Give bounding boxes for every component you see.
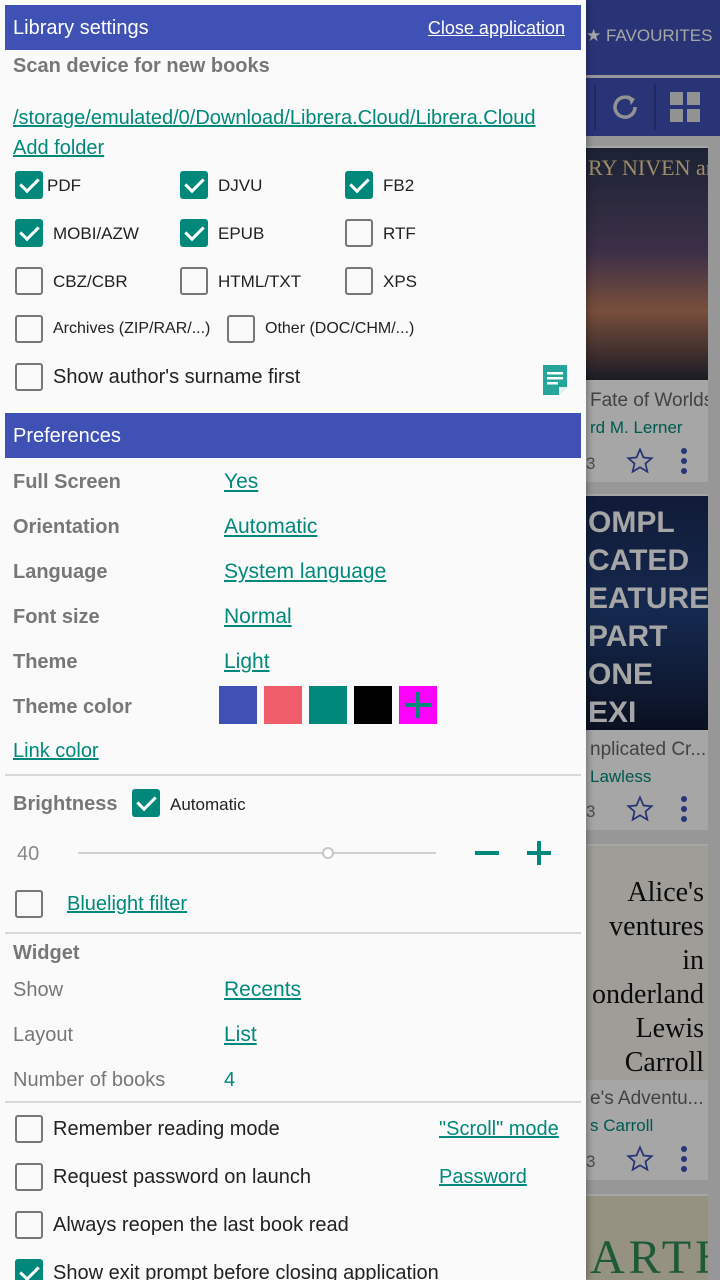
- decrease-brightness-button[interactable]: [475, 851, 499, 855]
- full-screen-value[interactable]: Yes: [224, 470, 258, 494]
- orientation-label: Orientation: [13, 516, 120, 538]
- djvu-checkbox[interactable]: [180, 171, 208, 199]
- scan-folder-path[interactable]: /storage/emulated/0/Download/Librera.Clo…: [13, 107, 536, 130]
- mobi-azw-label: MOBI/AZW: [53, 224, 139, 243]
- orientation-value[interactable]: Automatic: [224, 515, 317, 539]
- other-formats-checkbox[interactable]: [227, 315, 255, 343]
- brightness-auto-label: Automatic: [170, 795, 246, 814]
- library-settings-header: Library settings Close application: [5, 5, 581, 50]
- fb2-label: FB2: [383, 176, 415, 195]
- epub-checkbox[interactable]: [180, 219, 208, 247]
- brightness-value: 40: [17, 843, 40, 865]
- pdf-label: PDF: [47, 176, 81, 195]
- theme-color-blue[interactable]: [219, 686, 257, 724]
- bluelight-filter-checkbox[interactable]: [15, 890, 43, 918]
- request-password-label: Request password on launch: [53, 1166, 311, 1188]
- surname-first-checkbox[interactable]: [15, 363, 43, 391]
- theme-label: Theme: [13, 651, 78, 673]
- theme-color-black[interactable]: [354, 686, 392, 724]
- language-value[interactable]: System language: [224, 560, 386, 584]
- surname-first-label: Show author's surname first: [53, 366, 301, 388]
- brightness-slider-thumb[interactable]: [322, 847, 334, 859]
- remember-reading-mode-checkbox[interactable]: [15, 1115, 43, 1143]
- divider: [5, 932, 581, 934]
- html-txt-label: HTML/TXT: [218, 272, 302, 291]
- theme-color-red[interactable]: [264, 686, 302, 724]
- divider: [5, 774, 581, 776]
- add-theme-color-button[interactable]: [399, 686, 437, 724]
- rtf-label: RTF: [383, 224, 416, 243]
- brightness-auto-checkbox[interactable]: [132, 789, 160, 817]
- mobi-azw-checkbox[interactable]: [15, 219, 43, 247]
- brightness-slider[interactable]: [78, 852, 436, 854]
- brightness-label: Brightness: [13, 793, 118, 815]
- archives-checkbox[interactable]: [15, 315, 43, 343]
- full-screen-label: Full Screen: [13, 471, 121, 493]
- library-settings-title: Library settings: [13, 17, 149, 39]
- fb2-checkbox[interactable]: [345, 171, 373, 199]
- add-folder-link[interactable]: Add folder: [13, 137, 104, 160]
- drawer-scrim[interactable]: [586, 0, 720, 1280]
- widget-count-label: Number of books: [13, 1069, 166, 1091]
- rtf-checkbox[interactable]: [345, 219, 373, 247]
- preferences-title: Preferences: [13, 425, 121, 447]
- bluelight-filter-link[interactable]: Bluelight filter: [67, 893, 187, 916]
- widget-count-value[interactable]: 4: [224, 1069, 235, 1092]
- widget-layout-label: Layout: [13, 1024, 74, 1046]
- widget-show-value[interactable]: Recents: [224, 978, 301, 1002]
- document-icon[interactable]: [542, 364, 568, 396]
- font-size-value[interactable]: Normal: [224, 605, 292, 629]
- widget-label: Widget: [13, 942, 80, 964]
- close-application-link[interactable]: Close application: [428, 18, 565, 39]
- widget-show-label: Show: [13, 979, 64, 1001]
- epub-label: EPUB: [218, 224, 265, 243]
- djvu-label: DJVU: [218, 176, 263, 195]
- link-color-link[interactable]: Link color: [13, 740, 99, 763]
- reopen-last-book-label: Always reopen the last book read: [53, 1214, 349, 1236]
- increase-brightness-button[interactable]: [527, 841, 551, 865]
- theme-value[interactable]: Light: [224, 650, 270, 674]
- xps-checkbox[interactable]: [345, 267, 373, 295]
- widget-layout-value[interactable]: List: [224, 1023, 257, 1047]
- language-label: Language: [13, 561, 108, 583]
- cbz-cbr-label: CBZ/CBR: [53, 272, 128, 291]
- request-password-checkbox[interactable]: [15, 1163, 43, 1191]
- password-link[interactable]: Password: [439, 1166, 527, 1189]
- theme-color-teal[interactable]: [309, 686, 347, 724]
- scan-device-label: Scan device for new books: [13, 55, 270, 77]
- other-formats-label: Other (DOC/CHM/...): [265, 320, 415, 337]
- reopen-last-book-checkbox[interactable]: [15, 1211, 43, 1239]
- scroll-mode-link[interactable]: "Scroll" mode: [439, 1118, 559, 1141]
- archives-label: Archives (ZIP/RAR/...): [53, 320, 211, 337]
- xps-label: XPS: [383, 272, 418, 291]
- settings-drawer: Library settings Close application Scan …: [0, 0, 586, 1280]
- divider: [5, 1101, 581, 1103]
- font-size-label: Font size: [13, 606, 100, 628]
- theme-color-label: Theme color: [13, 696, 132, 718]
- pdf-checkbox[interactable]: [15, 171, 43, 199]
- exit-prompt-label: Show exit prompt before closing applicat…: [53, 1262, 439, 1280]
- exit-prompt-checkbox[interactable]: [15, 1259, 43, 1280]
- cbz-cbr-checkbox[interactable]: [15, 267, 43, 295]
- html-txt-checkbox[interactable]: [180, 267, 208, 295]
- preferences-header: Preferences: [5, 413, 581, 458]
- remember-reading-mode-label: Remember reading mode: [53, 1118, 280, 1140]
